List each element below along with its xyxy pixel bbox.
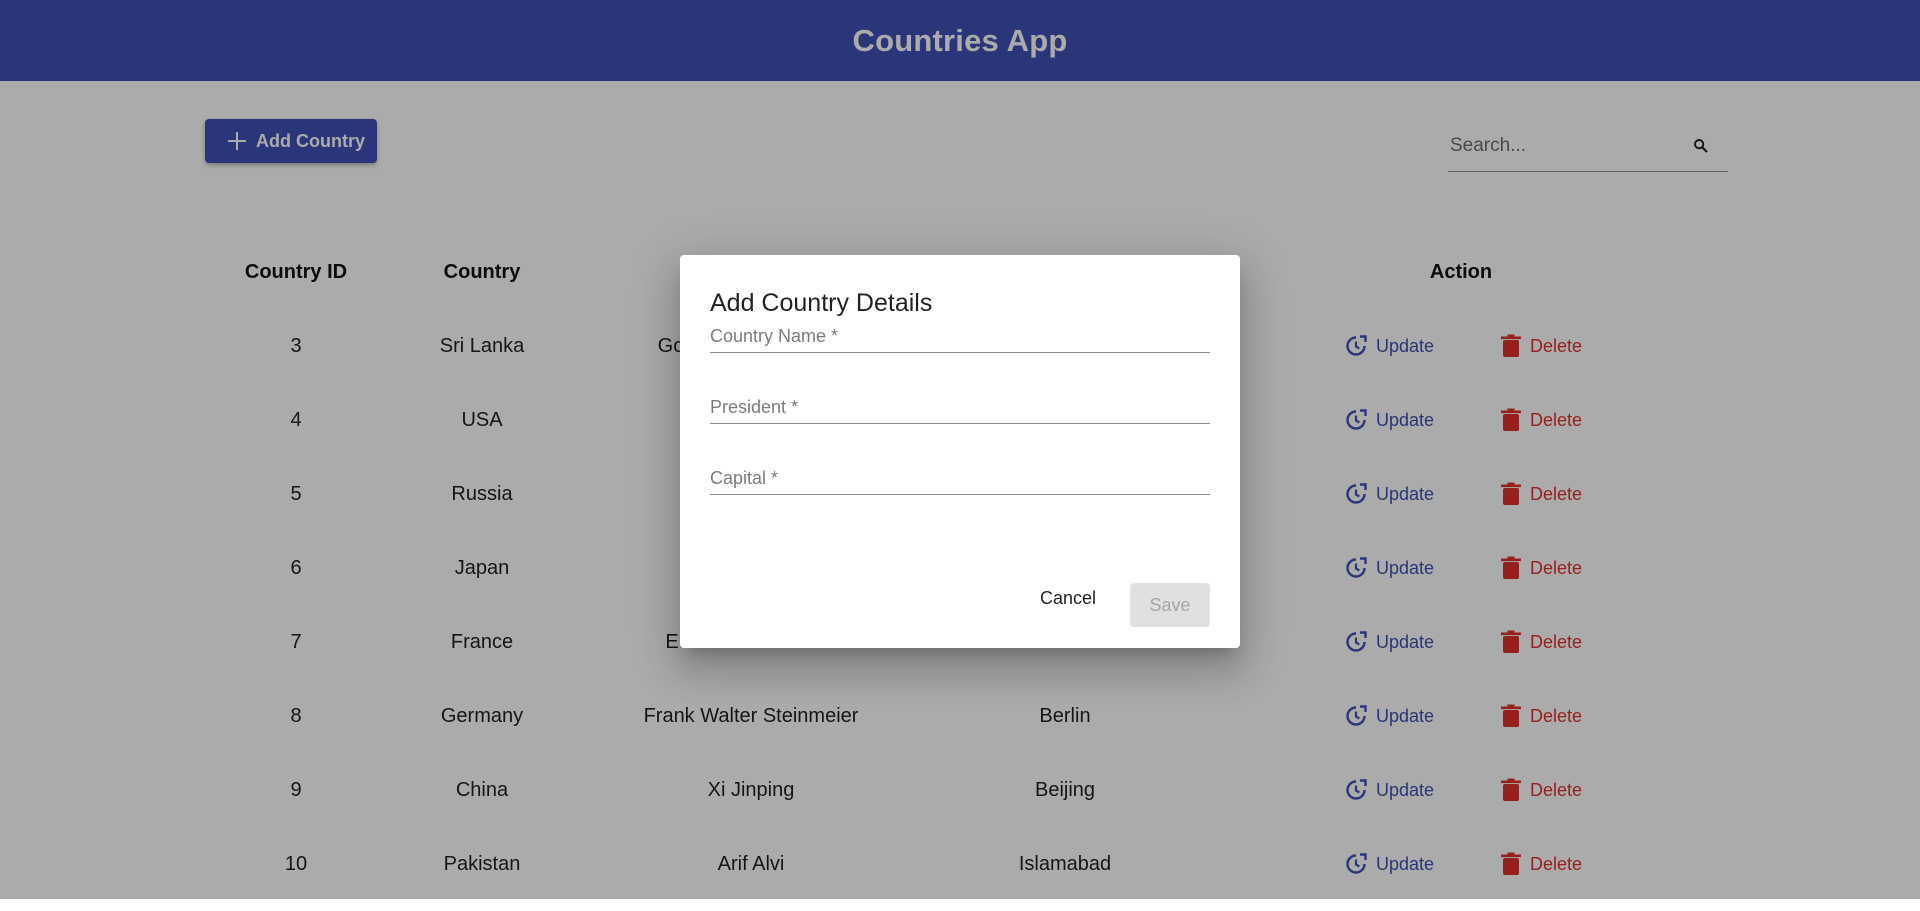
save-button[interactable]: Save <box>1130 583 1210 627</box>
country-name-field[interactable]: Country Name * <box>710 313 1210 353</box>
country-name-label: Country Name * <box>710 326 839 346</box>
add-country-dialog: Add Country Details Country Name * Presi… <box>680 255 1240 648</box>
cancel-button[interactable]: Cancel <box>1032 583 1104 613</box>
president-field[interactable]: President * <box>710 384 1210 424</box>
capital-field[interactable]: Capital * <box>710 455 1210 495</box>
capital-label: Capital * <box>710 468 779 488</box>
president-label: President * <box>710 397 799 417</box>
